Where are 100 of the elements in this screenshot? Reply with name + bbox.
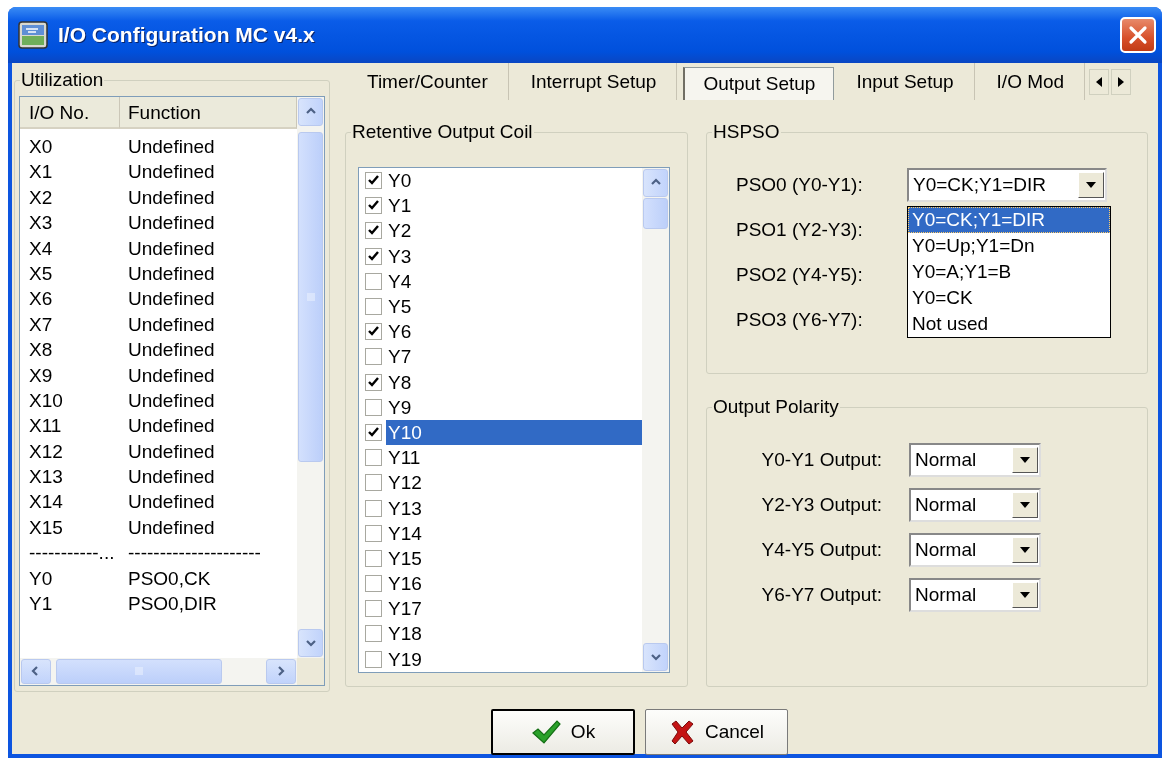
checkmark-icon xyxy=(530,718,561,745)
list-item[interactable]: Y19 xyxy=(386,646,642,672)
checkbox[interactable] xyxy=(365,247,382,265)
checkbox[interactable] xyxy=(365,449,382,467)
table-cell-text: Undefined xyxy=(127,287,215,312)
checkbox[interactable] xyxy=(365,298,382,316)
list-item[interactable]: Y10 xyxy=(386,419,642,445)
checkbox[interactable] xyxy=(365,524,382,542)
table-cell-text: --------------------- xyxy=(127,541,261,566)
scroll-thumb[interactable] xyxy=(298,132,323,463)
scroll-down-button[interactable] xyxy=(643,642,668,671)
app-icon xyxy=(18,21,48,49)
group-title: Output Polarity xyxy=(713,396,839,417)
ok-button[interactable]: Ok xyxy=(491,708,635,755)
checkbox[interactable] xyxy=(365,575,382,593)
table-cell-text: X7 xyxy=(28,312,54,337)
dropdown-option[interactable]: Y0=CK;Y1=DIR xyxy=(908,206,1110,233)
dropdown-field[interactable]: Normal xyxy=(909,487,1041,522)
list-item[interactable]: Y9 xyxy=(386,394,642,420)
scroll-left-button[interactable] xyxy=(21,658,51,684)
column-header[interactable]: Function xyxy=(120,97,297,129)
checkbox[interactable] xyxy=(365,474,382,492)
list-item[interactable]: Y7 xyxy=(386,344,642,370)
dropdown-field[interactable]: Y0=CK;Y1=DIR xyxy=(907,167,1107,202)
table-cell-text: Undefined xyxy=(127,185,215,210)
cancel-button[interactable]: Cancel xyxy=(645,708,788,755)
list-item[interactable]: Y12 xyxy=(386,470,642,496)
dropdown-field[interactable]: Normal xyxy=(909,532,1041,567)
table-cell-text: X1 xyxy=(28,160,54,185)
list-item[interactable]: Y18 xyxy=(386,621,642,647)
tab[interactable]: Timer/Counter xyxy=(345,63,509,100)
list-item[interactable]: Y6 xyxy=(386,319,642,345)
table-cell-text: X15 xyxy=(28,515,64,540)
tab[interactable]: Interrupt Setup xyxy=(508,63,678,100)
table-cell-text: X5 xyxy=(28,261,54,286)
tab-scroll-left-button[interactable] xyxy=(1089,68,1110,95)
checkbox[interactable] xyxy=(365,348,382,366)
dropdown-arrow-icon xyxy=(1020,456,1030,463)
list-item[interactable]: Y15 xyxy=(386,545,642,571)
table-cell-text: X8 xyxy=(28,338,54,363)
list-item[interactable]: Y8 xyxy=(386,369,642,395)
list-item[interactable]: Y0 xyxy=(386,168,642,194)
table-cell-text: Undefined xyxy=(127,465,215,490)
checkbox[interactable] xyxy=(365,172,382,190)
list-item[interactable]: Y14 xyxy=(386,520,642,546)
dropdown-option[interactable]: Y0=CK xyxy=(908,284,1110,311)
scroll-right-button[interactable] xyxy=(266,658,296,684)
checkbox[interactable] xyxy=(365,423,382,441)
field-label: PSO0 (Y0-Y1): xyxy=(736,173,864,196)
list-item[interactable]: Y3 xyxy=(386,243,642,269)
table-cell-text: X12 xyxy=(28,439,64,464)
table-cell-text: X9 xyxy=(28,363,54,388)
checkbox[interactable] xyxy=(365,650,382,668)
table-cell-text: Undefined xyxy=(127,211,215,236)
checkbox[interactable] xyxy=(365,549,382,567)
checkbox[interactable] xyxy=(365,625,382,643)
list-item[interactable]: Y2 xyxy=(386,218,642,244)
scroll-up-button[interactable] xyxy=(643,169,668,197)
list-item[interactable]: Y1 xyxy=(386,193,642,219)
dropdown-option[interactable]: Not used xyxy=(908,310,1110,337)
list-item[interactable]: Y16 xyxy=(386,571,642,597)
dropdown-arrow-icon xyxy=(1086,181,1096,188)
field-label: PSO2 (Y4-Y5): xyxy=(736,263,864,286)
checkbox[interactable] xyxy=(365,398,382,416)
scroll-up-button[interactable] xyxy=(298,98,323,126)
list-item[interactable]: Y4 xyxy=(386,268,642,294)
tab[interactable]: Input Setup xyxy=(834,63,975,100)
left-arrow-icon xyxy=(1096,76,1103,87)
scroll-thumb[interactable] xyxy=(56,658,223,684)
checkbox[interactable] xyxy=(365,323,382,341)
tab[interactable]: Output Setup xyxy=(683,67,835,100)
list-item[interactable]: Y5 xyxy=(386,294,642,320)
table-cell-text: -----------... xyxy=(28,541,116,566)
column-header[interactable]: I/O No. xyxy=(20,97,120,129)
scroll-thumb[interactable] xyxy=(643,198,668,230)
dropdown-field[interactable]: Normal xyxy=(909,577,1041,612)
list-item[interactable]: Y13 xyxy=(386,495,642,521)
dropdown-field[interactable]: Normal xyxy=(909,442,1041,477)
checkbox[interactable] xyxy=(365,272,382,290)
scroll-down-button[interactable] xyxy=(298,628,323,657)
checkbox[interactable] xyxy=(365,222,382,240)
checkbox[interactable] xyxy=(365,499,382,517)
dropdown-option[interactable]: Y0=A;Y1=B xyxy=(908,258,1110,285)
table-cell-text: Undefined xyxy=(127,388,215,413)
field-label: Y4-Y5 Output: xyxy=(760,538,883,561)
checkbox[interactable] xyxy=(365,197,382,215)
list-item[interactable]: Y11 xyxy=(386,445,642,471)
table-cell-text: X14 xyxy=(28,490,64,515)
checkbox[interactable] xyxy=(365,373,382,391)
table-cell-text: X13 xyxy=(28,465,64,490)
table-cell-text: PSO0,DIR xyxy=(127,592,217,617)
tab-scroll-right-button[interactable] xyxy=(1111,68,1132,95)
checkbox[interactable] xyxy=(365,600,382,618)
table-cell-text: Undefined xyxy=(127,160,215,185)
dropdown-option[interactable]: Y0=Up;Y1=Dn xyxy=(908,232,1110,259)
list-item[interactable]: Y17 xyxy=(386,596,642,622)
tab[interactable]: I/O Mod xyxy=(974,63,1086,100)
close-button[interactable] xyxy=(1120,17,1156,53)
table-cell-text: Undefined xyxy=(127,135,215,159)
table-cell-text: Undefined xyxy=(127,515,215,540)
